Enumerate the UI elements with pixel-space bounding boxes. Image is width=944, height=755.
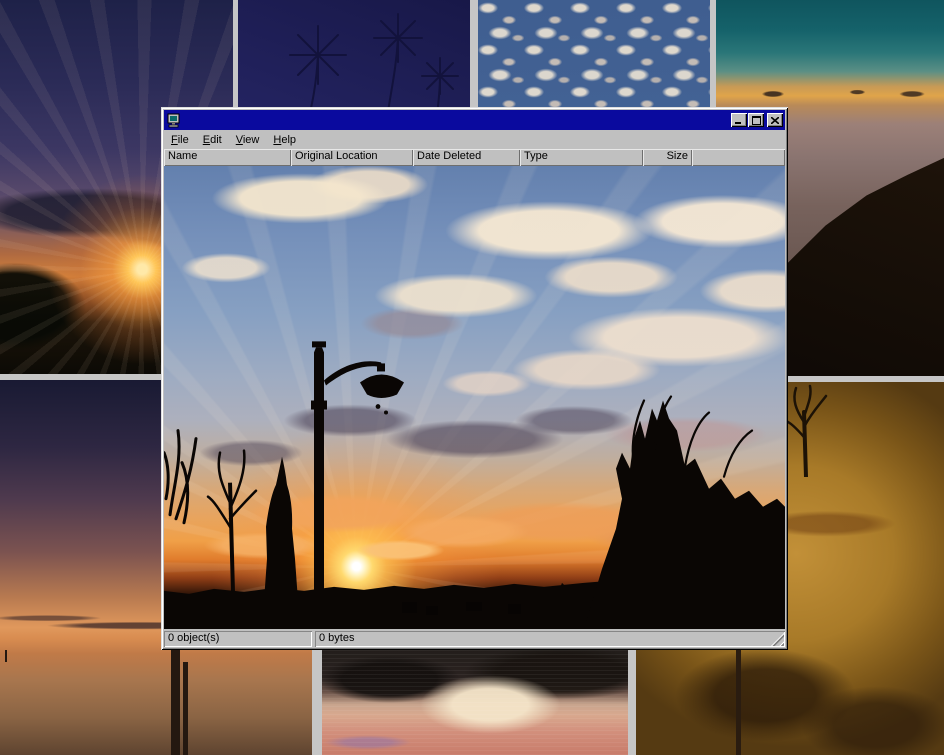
list-view-area[interactable] bbox=[164, 166, 785, 629]
status-object-count: 0 object(s) bbox=[164, 631, 312, 647]
column-header-type[interactable]: Type bbox=[520, 149, 643, 166]
close-icon bbox=[771, 117, 779, 124]
menu-help[interactable]: Help bbox=[266, 132, 303, 148]
menu-file[interactable]: File bbox=[164, 132, 196, 148]
content-photo-silhouettes bbox=[164, 166, 785, 629]
menu-view[interactable]: View bbox=[229, 132, 267, 148]
golden-photo-pole bbox=[736, 648, 741, 755]
column-header-size[interactable]: Size bbox=[643, 149, 692, 166]
close-button[interactable] bbox=[767, 113, 783, 127]
sea-pole bbox=[183, 662, 188, 755]
wallpaper-photo-water-reflections bbox=[322, 650, 628, 755]
minimize-icon bbox=[735, 117, 743, 124]
title-bar[interactable] bbox=[164, 110, 785, 130]
menu-bar: File Edit View Help bbox=[164, 130, 785, 149]
status-bar: 0 object(s) 0 bytes bbox=[164, 631, 785, 647]
column-header-blank[interactable] bbox=[692, 149, 785, 166]
sea-pole bbox=[171, 648, 180, 755]
column-header-name[interactable]: Name bbox=[164, 149, 291, 166]
maximize-button[interactable] bbox=[748, 113, 764, 127]
recycle-bin-window: File Edit View Help Name Original Locati… bbox=[161, 107, 788, 650]
maximize-icon bbox=[752, 116, 761, 125]
minimize-button[interactable] bbox=[731, 113, 747, 127]
status-byte-count: 0 bytes bbox=[315, 631, 785, 647]
column-header-date-deleted[interactable]: Date Deleted bbox=[413, 149, 520, 166]
column-header-row: Name Original Location Date Deleted Type… bbox=[164, 149, 785, 166]
sea-pole bbox=[5, 650, 7, 662]
desktop: { "window": { "title": "", "menu": ["Fil… bbox=[0, 0, 944, 755]
app-icon bbox=[166, 113, 182, 128]
column-header-original-location[interactable]: Original Location bbox=[291, 149, 413, 166]
menu-edit[interactable]: Edit bbox=[196, 132, 229, 148]
